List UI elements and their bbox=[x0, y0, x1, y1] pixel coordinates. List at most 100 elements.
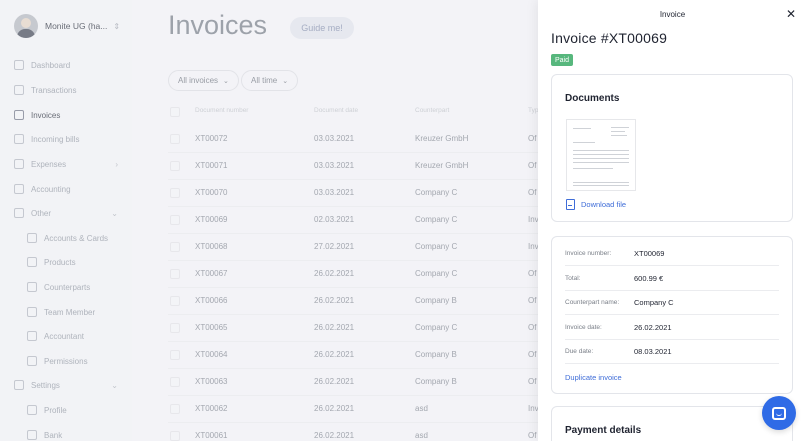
table-cell-date[interactable]: 26.02.2021 bbox=[314, 269, 354, 278]
table-cell-counterpart[interactable]: Company B bbox=[415, 296, 457, 305]
row-checkbox[interactable] bbox=[170, 188, 180, 198]
payment-details-title: Payment details bbox=[565, 425, 642, 436]
table-cell-counterpart[interactable]: Company C bbox=[415, 215, 457, 224]
table-cell-number[interactable]: XT00070 bbox=[195, 188, 227, 197]
sidebar-item-accounts-cards[interactable]: Accounts & Cards bbox=[27, 230, 137, 246]
table-cell-number[interactable]: XT00062 bbox=[195, 404, 227, 413]
table-cell-counterpart[interactable]: Company C bbox=[415, 242, 457, 251]
row-checkbox[interactable] bbox=[170, 323, 180, 333]
table-cell-number[interactable]: XT00069 bbox=[195, 215, 227, 224]
table-cell-counterpart[interactable]: asd bbox=[415, 431, 428, 440]
table-cell-number[interactable]: XT00061 bbox=[195, 431, 227, 440]
column-header-date[interactable]: Document date bbox=[314, 107, 358, 114]
sidebar-item-other[interactable]: Other ⌄ bbox=[14, 205, 124, 221]
row-checkbox[interactable] bbox=[170, 296, 180, 306]
row-divider bbox=[168, 260, 538, 261]
table-cell-date[interactable]: 03.03.2021 bbox=[314, 161, 354, 170]
table-cell-date[interactable]: 03.03.2021 bbox=[314, 134, 354, 143]
table-cell-type[interactable]: Inv bbox=[528, 404, 538, 413]
table-cell-type[interactable]: Of bbox=[528, 377, 538, 386]
column-header-type[interactable]: Type bbox=[528, 107, 538, 114]
table-cell-type[interactable]: Of bbox=[528, 134, 538, 143]
sidebar-item-products[interactable]: Products bbox=[27, 254, 137, 270]
sidebar-item-dashboard[interactable]: Dashboard bbox=[14, 57, 124, 73]
table-cell-date[interactable]: 26.02.2021 bbox=[314, 296, 354, 305]
table-cell-type[interactable]: Of bbox=[528, 350, 538, 359]
table-cell-number[interactable]: XT00071 bbox=[195, 161, 227, 170]
sidebar-item-bank[interactable]: Bank bbox=[27, 427, 137, 441]
table-cell-type[interactable]: Of bbox=[528, 269, 538, 278]
table-cell-number[interactable]: XT00067 bbox=[195, 269, 227, 278]
duplicate-invoice-link[interactable]: Duplicate invoice bbox=[565, 373, 622, 382]
sidebar-item-incoming-bills[interactable]: Incoming bills bbox=[14, 131, 124, 147]
table-cell-type[interactable]: Of bbox=[528, 296, 538, 305]
table-cell-number[interactable]: XT00066 bbox=[195, 296, 227, 305]
sidebar-item-counterparts[interactable]: Counterparts bbox=[27, 279, 137, 295]
products-icon bbox=[27, 257, 37, 267]
accountant-icon bbox=[27, 331, 37, 341]
sidebar-item-accountant[interactable]: Accountant bbox=[27, 328, 137, 344]
table-cell-date[interactable]: 26.02.2021 bbox=[314, 404, 354, 413]
table-cell-type[interactable]: Of bbox=[528, 161, 538, 170]
table-cell-type[interactable]: Of bbox=[528, 323, 538, 332]
row-checkbox[interactable] bbox=[170, 161, 180, 171]
chevron-up-down-icon: ⇕ bbox=[113, 21, 121, 31]
row-checkbox[interactable] bbox=[170, 215, 180, 225]
sidebar-item-transactions[interactable]: Transactions bbox=[14, 82, 124, 98]
select-all-checkbox[interactable] bbox=[170, 107, 180, 117]
sidebar-item-team-member[interactable]: Team Member bbox=[27, 304, 137, 320]
download-file-link[interactable]: Download file bbox=[566, 199, 626, 210]
table-cell-type[interactable]: Of bbox=[528, 188, 538, 197]
table-cell-date[interactable]: 03.03.2021 bbox=[314, 188, 354, 197]
sidebar-item-settings[interactable]: Settings ⌄ bbox=[14, 377, 124, 393]
permissions-icon bbox=[27, 356, 37, 366]
row-checkbox[interactable] bbox=[170, 431, 180, 441]
table-cell-counterpart[interactable]: Company B bbox=[415, 377, 457, 386]
table-cell-type[interactable]: Inv bbox=[528, 215, 538, 224]
detail-divider bbox=[565, 289, 779, 291]
table-cell-number[interactable]: XT00063 bbox=[195, 377, 227, 386]
filter-invoices[interactable]: All invoices ⌄ bbox=[168, 70, 239, 91]
sidebar-item-accounting[interactable]: Accounting bbox=[14, 181, 124, 197]
guide-me-button[interactable]: Guide me! bbox=[290, 17, 354, 39]
sidebar-item-permissions[interactable]: Permissions bbox=[27, 353, 137, 369]
table-cell-counterpart[interactable]: Kreuzer GmbH bbox=[415, 161, 468, 170]
column-header-counterpart[interactable]: Counterpart bbox=[415, 107, 449, 114]
org-switcher[interactable]: Monite UG (ha... ⇕ bbox=[14, 13, 126, 39]
row-checkbox[interactable] bbox=[170, 134, 180, 144]
table-cell-date[interactable]: 26.02.2021 bbox=[314, 350, 354, 359]
table-cell-number[interactable]: XT00064 bbox=[195, 350, 227, 359]
sidebar-item-invoices[interactable]: Invoices bbox=[14, 107, 124, 123]
sidebar: Monite UG (ha... ⇕ Dashboard Transactions… bbox=[0, 0, 132, 441]
table-cell-number[interactable]: XT00072 bbox=[195, 134, 227, 143]
table-cell-counterpart[interactable]: Company C bbox=[415, 188, 457, 197]
table-cell-counterpart[interactable]: asd bbox=[415, 404, 428, 413]
settings-icon bbox=[14, 380, 24, 390]
table-cell-date[interactable]: 26.02.2021 bbox=[314, 377, 354, 386]
table-cell-date[interactable]: 26.02.2021 bbox=[314, 323, 354, 332]
table-cell-number[interactable]: XT00068 bbox=[195, 242, 227, 251]
document-thumbnail[interactable] bbox=[566, 119, 636, 191]
row-checkbox[interactable] bbox=[170, 404, 180, 414]
table-cell-date[interactable]: 27.02.2021 bbox=[314, 242, 354, 251]
row-checkbox[interactable] bbox=[170, 242, 180, 252]
chat-launcher-button[interactable] bbox=[762, 396, 796, 430]
column-header-number[interactable]: Document number bbox=[195, 107, 248, 114]
table-cell-date[interactable]: 26.02.2021 bbox=[314, 431, 354, 440]
table-cell-date[interactable]: 02.03.2021 bbox=[314, 215, 354, 224]
table-cell-counterpart[interactable]: Company C bbox=[415, 323, 457, 332]
table-cell-type[interactable]: Of bbox=[528, 431, 538, 440]
table-cell-number[interactable]: XT00065 bbox=[195, 323, 227, 332]
invoice-details-card: Invoice number: XT00069 Total: 600.99 € Coun… bbox=[551, 236, 793, 394]
row-checkbox[interactable] bbox=[170, 377, 180, 387]
table-cell-counterpart[interactable]: Company B bbox=[415, 350, 457, 359]
table-cell-counterpart[interactable]: Kreuzer GmbH bbox=[415, 134, 468, 143]
filter-time[interactable]: All time ⌄ bbox=[241, 70, 299, 91]
table-cell-counterpart[interactable]: Company C bbox=[415, 269, 457, 278]
row-checkbox[interactable] bbox=[170, 269, 180, 279]
sidebar-item-expenses[interactable]: Expenses › bbox=[14, 156, 124, 172]
table-cell-type[interactable]: Inv bbox=[528, 242, 538, 251]
row-checkbox[interactable] bbox=[170, 350, 180, 360]
sidebar-item-profile[interactable]: Profile bbox=[27, 402, 137, 418]
close-icon[interactable]: ✕ bbox=[786, 7, 796, 21]
